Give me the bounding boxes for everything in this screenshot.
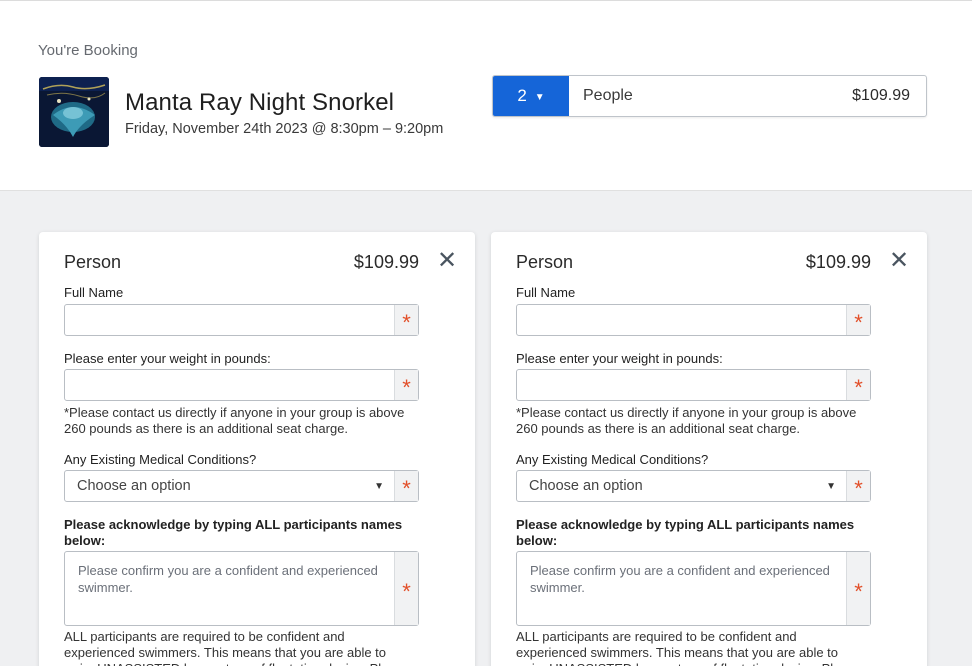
tour-title: Manta Ray Night Snorkel — [125, 89, 395, 116]
full-name-field: * — [516, 304, 871, 336]
asterisk-icon: * — [846, 552, 870, 625]
weight-input[interactable] — [65, 370, 394, 400]
weight-label: Please enter your weight in pounds: — [516, 351, 723, 366]
medical-label: Any Existing Medical Conditions? — [516, 452, 709, 467]
quantity-dropdown[interactable]: 2 ▼ — [493, 76, 569, 116]
full-name-label: Full Name — [64, 285, 124, 300]
acknowledge-placeholder: Please confirm you are a confident and e… — [530, 563, 830, 595]
quantity-value: 2 — [517, 86, 527, 105]
caret-down-icon: ▼ — [374, 481, 384, 492]
full-name-field: * — [64, 304, 419, 336]
people-selector: 2 ▼ People $109.99 — [492, 75, 927, 117]
swimmer-note: ALL participants are required to be conf… — [64, 629, 387, 666]
weight-label: Please enter your weight in pounds: — [64, 351, 271, 366]
person-title: Person — [516, 252, 574, 272]
medical-selected-value: Choose an option — [77, 478, 191, 494]
medical-selected-value: Choose an option — [529, 478, 643, 494]
asterisk-icon: * — [846, 471, 870, 501]
asterisk-icon: * — [394, 552, 418, 625]
full-name-input[interactable] — [517, 305, 846, 335]
person-card-2: Person $109.99 ✕ Full Name * Please ente… — [491, 232, 927, 666]
booking-label: You're Booking — [38, 42, 138, 59]
close-icon[interactable]: ✕ — [889, 249, 909, 273]
people-price: $109.99 — [852, 87, 910, 104]
acknowledge-placeholder: Please confirm you are a confident and e… — [78, 563, 378, 595]
caret-down-icon: ▼ — [826, 481, 836, 492]
asterisk-icon: * — [846, 370, 870, 400]
tour-thumbnail — [39, 77, 109, 147]
medical-select[interactable]: Choose an option ▼ * — [64, 470, 419, 502]
people-label: People — [583, 87, 633, 104]
person-title: Person — [64, 252, 122, 272]
weight-field: * — [64, 369, 419, 401]
asterisk-icon: * — [394, 305, 418, 335]
caret-down-icon: ▼ — [534, 91, 545, 103]
acknowledge-label: Please acknowledge by typing ALL partici… — [516, 517, 855, 548]
tour-date-time: Friday, November 24th 2023 @ 8:30pm – 9:… — [125, 121, 444, 137]
acknowledge-textarea[interactable]: Please confirm you are a confident and e… — [516, 551, 871, 626]
acknowledge-label: Please acknowledge by typing ALL partici… — [64, 517, 403, 548]
weight-note: *Please contact us directly if anyone in… — [516, 405, 857, 436]
weight-field: * — [516, 369, 871, 401]
close-icon[interactable]: ✕ — [437, 249, 457, 273]
medical-label: Any Existing Medical Conditions? — [64, 452, 257, 467]
person-price: $109.99 — [805, 252, 871, 272]
acknowledge-textarea[interactable]: Please confirm you are a confident and e… — [64, 551, 419, 626]
swimmer-note: ALL participants are required to be conf… — [516, 629, 839, 666]
full-name-label: Full Name — [516, 285, 576, 300]
asterisk-icon: * — [394, 471, 418, 501]
asterisk-icon: * — [846, 305, 870, 335]
weight-input[interactable] — [517, 370, 846, 400]
person-price: $109.99 — [353, 252, 419, 272]
person-card-1: Person $109.99 ✕ Full Name * Please ente… — [39, 232, 475, 666]
full-name-input[interactable] — [65, 305, 394, 335]
booking-header: You're Booking Manta Ray Night Snorkel F… — [0, 1, 972, 191]
weight-note: *Please contact us directly if anyone in… — [64, 405, 405, 436]
tour-thumbnail-image — [39, 77, 109, 147]
medical-select[interactable]: Choose an option ▼ * — [516, 470, 871, 502]
asterisk-icon: * — [394, 370, 418, 400]
